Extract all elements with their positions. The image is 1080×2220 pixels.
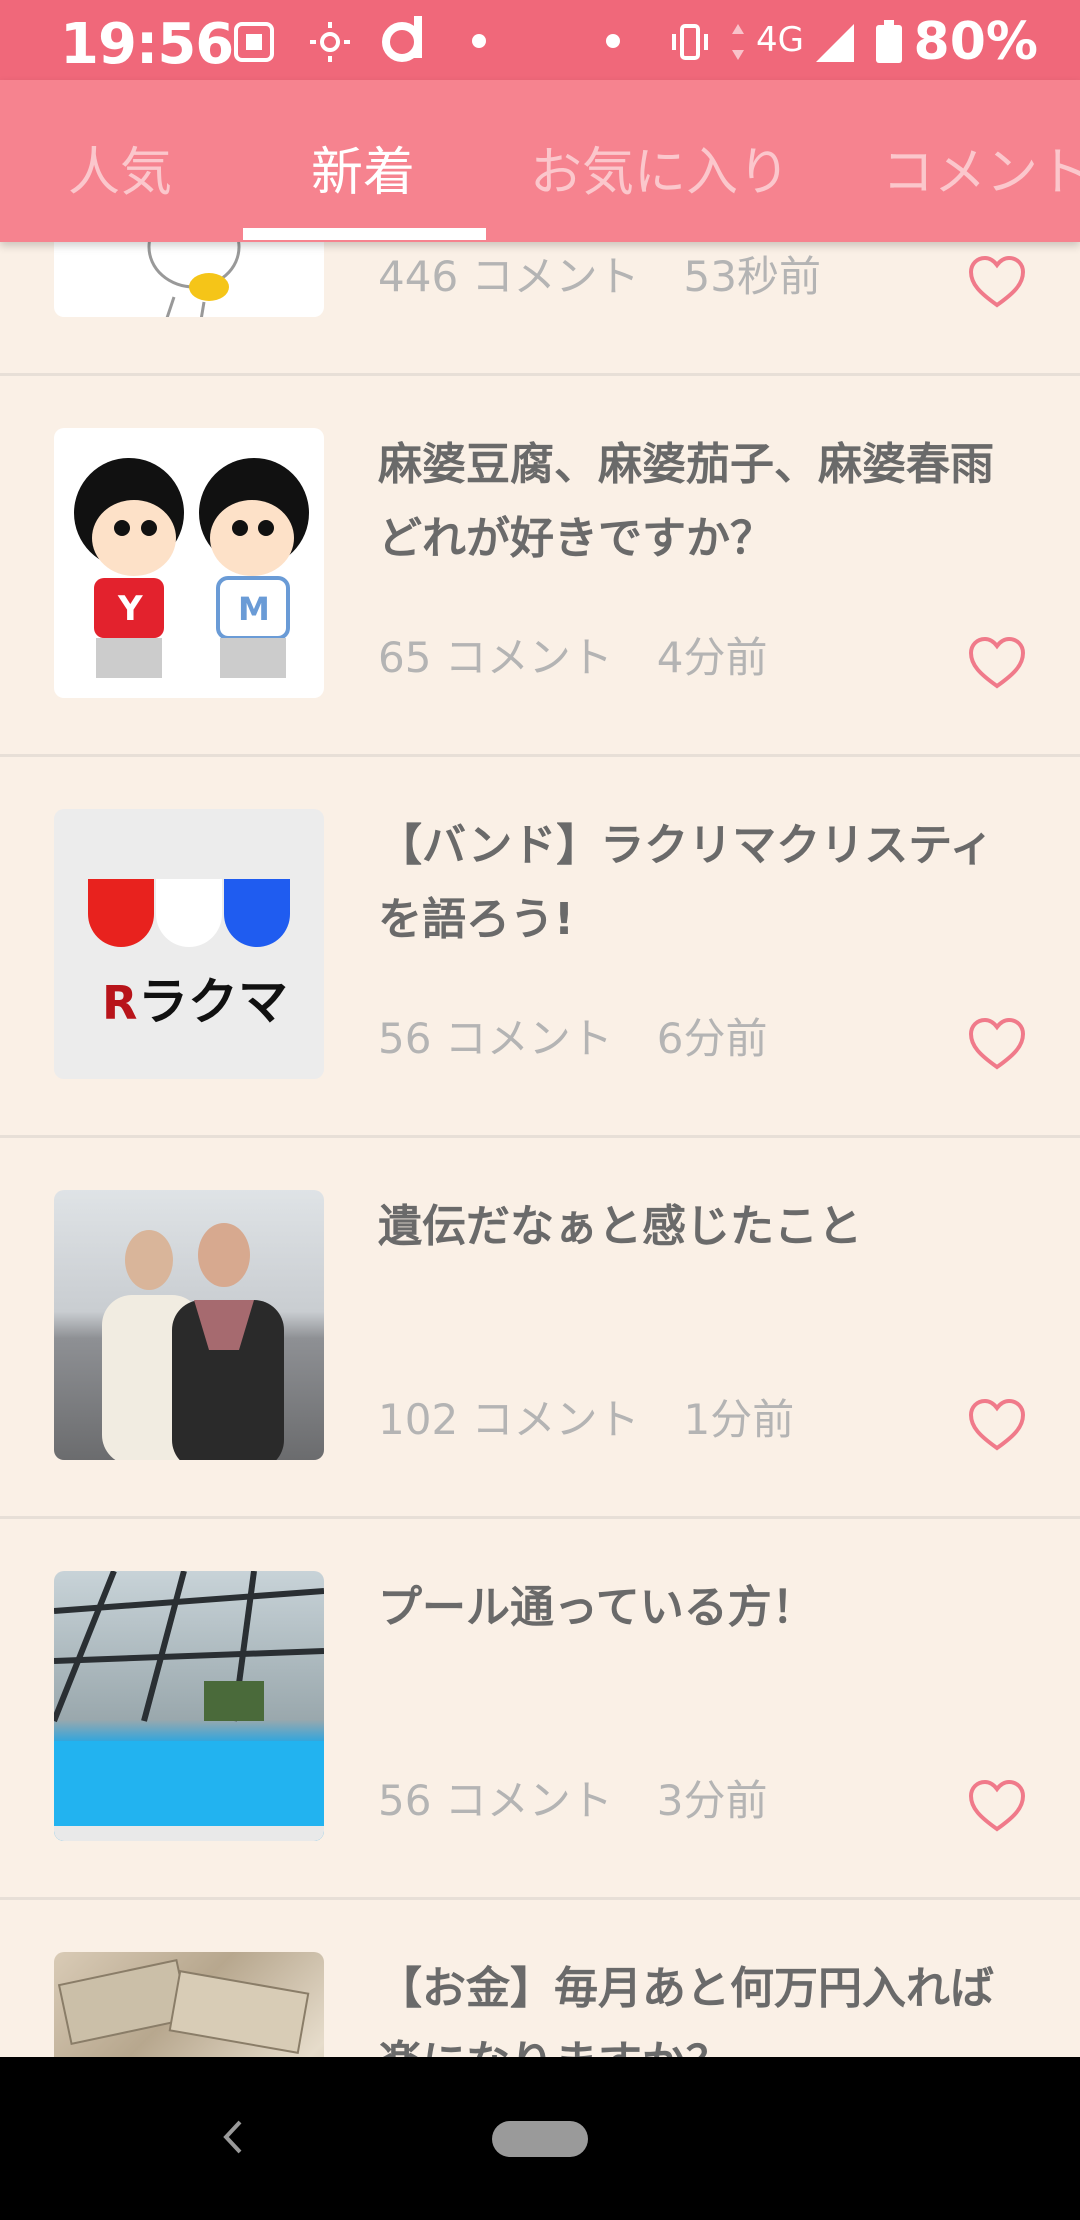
tab-popular[interactable]: 人気 xyxy=(68,130,172,205)
d-app-icon xyxy=(382,16,422,62)
item-title: 【お金】毎月あと何万円入れば楽になりますか？ xyxy=(378,1963,994,2057)
favorite-heart-icon[interactable] xyxy=(968,1779,1026,1833)
comment-count: 65 コメント xyxy=(378,633,613,682)
post-time: 1分前 xyxy=(683,1395,795,1444)
favorite-heart-icon[interactable] xyxy=(968,1398,1026,1452)
item-title: 麻婆豆腐、麻婆茄子、麻婆春雨どれが好きですか？ xyxy=(378,439,994,564)
battery-icon xyxy=(876,20,902,63)
list-item[interactable]: 446 コメント 53秒前 xyxy=(0,242,1080,376)
system-nav-bar xyxy=(0,2057,1080,2220)
thumbnail xyxy=(54,1571,324,1841)
favorite-heart-icon[interactable] xyxy=(968,636,1026,690)
post-time: 4分前 xyxy=(656,633,768,682)
svg-text:M: M xyxy=(238,590,270,628)
people-photo-icon xyxy=(102,1223,284,1460)
item-title: プール通っている方！ xyxy=(378,1582,816,1633)
list-item[interactable]: 遺伝だなぁと感じたこと 102 コメント 1分前 xyxy=(0,1136,1080,1519)
pool-photo-icon xyxy=(54,1571,324,1841)
status-time: 19:56 xyxy=(60,12,234,77)
tab-bar: 人気 新着 お気に入り コメント xyxy=(0,80,1080,242)
active-tab-indicator xyxy=(243,228,486,240)
post-time: 53秒前 xyxy=(683,252,821,301)
item-title: 遺伝だなぁと感じたこと xyxy=(378,1201,862,1252)
home-button[interactable] xyxy=(492,2121,588,2157)
item-meta: 56 コメント 6分前 xyxy=(378,1005,768,1066)
item-meta: 65 コメント 4分前 xyxy=(378,624,768,685)
post-time: 3分前 xyxy=(656,1776,768,1825)
thumbnail: Y M xyxy=(54,428,324,698)
app-notification-icon xyxy=(234,22,274,62)
signal-icon xyxy=(816,24,854,62)
item-meta: 56 コメント 3分前 xyxy=(378,1767,768,1828)
comment-count: 102 コメント xyxy=(378,1395,640,1444)
tab-new[interactable]: 新着 xyxy=(311,130,415,205)
thumbnail xyxy=(54,1952,324,2057)
data-arrows-icon xyxy=(732,24,744,60)
svg-text:Y: Y xyxy=(117,589,143,629)
item-meta: 102 コメント 1分前 xyxy=(378,1386,794,1447)
list-item[interactable]: Y M 麻婆豆腐、麻婆茄子、麻婆春雨どれが好きですか？ 65 コメント 4分前 xyxy=(0,374,1080,757)
thumbnail xyxy=(54,1190,324,1460)
vibrate-icon xyxy=(672,24,708,60)
money-photo-icon xyxy=(57,1958,310,2054)
topic-list: 446 コメント 53秒前 Y M 麻婆豆腐、麻婆茄子、麻婆春雨どれが好きですか… xyxy=(0,242,1080,2057)
tab-comments[interactable]: コメント xyxy=(882,130,1080,205)
favorite-heart-icon[interactable] xyxy=(968,1017,1026,1071)
notification-dot xyxy=(472,34,486,48)
duck-illustration-icon xyxy=(147,242,241,317)
tab-favorites[interactable]: お気に入り xyxy=(530,130,790,205)
notification-dot xyxy=(606,34,620,48)
comment-count: 446 コメント xyxy=(378,252,640,301)
brightness-icon xyxy=(310,22,350,62)
comment-count: 56 コメント xyxy=(378,1014,613,1063)
back-icon[interactable] xyxy=(212,2112,252,2162)
list-item[interactable]: プール通っている方！ 56 コメント 3分前 xyxy=(0,1517,1080,1900)
svg-text:R: R xyxy=(102,976,137,1030)
post-time: 6分前 xyxy=(656,1014,768,1063)
rakuma-logo-icon: R ラクマ xyxy=(88,879,290,1031)
cartoon-kids-icon: Y M xyxy=(74,458,309,678)
item-meta: 446 コメント 53秒前 xyxy=(378,243,821,304)
battery-percent: 80% xyxy=(913,12,1038,72)
thumbnail: R ラクマ xyxy=(54,809,324,1079)
rakuma-logo-text: ラクマ xyxy=(138,973,288,1031)
favorite-heart-icon[interactable] xyxy=(968,255,1026,309)
thumbnail xyxy=(54,242,324,317)
network-type: 4G xyxy=(756,20,804,60)
status-bar: 19:56 4G 80% xyxy=(0,0,1080,80)
comment-count: 56 コメント xyxy=(378,1776,613,1825)
list-item[interactable]: R ラクマ 【バンド】ラクリマクリスティを語ろう! 56 コメント 6分前 xyxy=(0,755,1080,1138)
list-item[interactable]: 【お金】毎月あと何万円入れば楽になりますか？ xyxy=(0,1898,1080,2057)
item-title: 【バンド】ラクリマクリスティを語ろう! xyxy=(378,820,994,945)
